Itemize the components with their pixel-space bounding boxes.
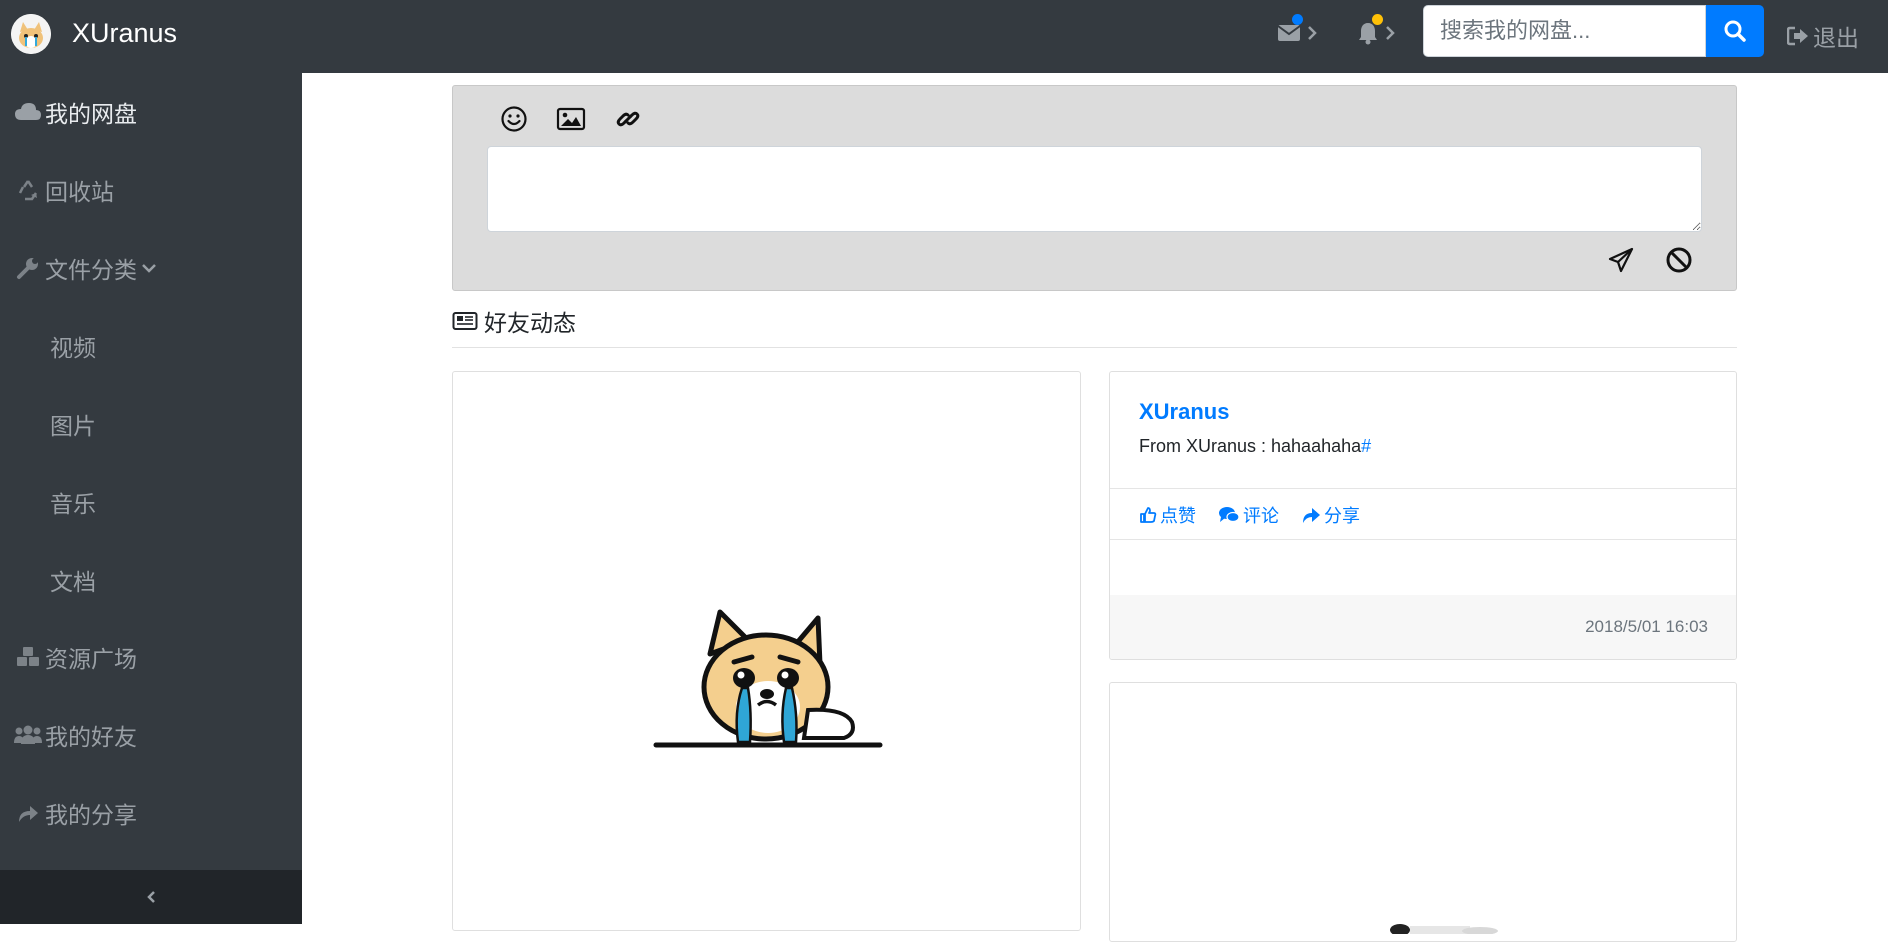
brand-name[interactable]: XUranus <box>72 16 177 50</box>
sidebar-item-images[interactable]: 图片 <box>0 394 302 454</box>
feed-header: 好友动态 <box>452 304 576 338</box>
post-composer <box>452 85 1737 291</box>
card-divider <box>1110 488 1736 489</box>
sidebar-item-label: 我的网盘 <box>45 101 137 127</box>
search-button[interactable] <box>1706 5 1764 57</box>
search-icon <box>1724 20 1746 42</box>
post-hash-link[interactable]: # <box>1361 436 1371 456</box>
post-timestamp: 2018/5/01 16:03 <box>1585 617 1708 636</box>
sidebar-item-documents[interactable]: 文档 <box>0 550 302 610</box>
cubes-icon <box>12 646 44 668</box>
sidebar-item-label: 文件分类 <box>45 257 137 283</box>
sidebar-item-label: 图片 <box>50 413 96 439</box>
feed-header-title: 好友动态 <box>484 310 576 336</box>
share-label: 分享 <box>1324 506 1360 526</box>
chevron-down-icon <box>142 264 156 273</box>
feed-image-card <box>1109 682 1737 942</box>
recycle-icon <box>12 178 44 202</box>
paper-plane-icon <box>1608 247 1634 273</box>
sidebar-item-my-shares[interactable]: 我的分享 <box>0 783 302 843</box>
wrench-icon <box>12 256 44 280</box>
crying-shiba-sticker[interactable] <box>648 602 888 772</box>
post-author-link[interactable]: XUranus <box>1139 399 1229 425</box>
chevron-left-icon <box>147 891 155 903</box>
brand-logo-avatar[interactable] <box>11 14 51 54</box>
messages-notification-dot <box>1292 14 1303 25</box>
notifications-badge-dot <box>1372 14 1383 25</box>
sidebar-item-label: 我的分享 <box>45 802 137 828</box>
share-button[interactable]: 分享 <box>1301 502 1360 528</box>
emoji-button[interactable] <box>497 102 531 136</box>
cloud-icon <box>12 102 44 122</box>
sidebar-item-label: 音乐 <box>50 491 96 517</box>
insert-link-button[interactable] <box>611 102 645 136</box>
envelope-icon <box>1277 25 1301 41</box>
sidebar-item-label: 文档 <box>50 569 96 595</box>
sidebar: 我的网盘 回收站 文件分类 视频 图片 音乐 文档 资源广场 我的好友 我的分享 <box>0 73 302 924</box>
image-thumbnail-fragment <box>1390 924 1498 934</box>
search-input[interactable] <box>1423 5 1706 57</box>
post-actions: 点赞 评论 分享 <box>1139 502 1360 528</box>
send-post-button[interactable] <box>1603 242 1639 278</box>
sidebar-item-label: 资源广场 <box>45 646 137 672</box>
sidebar-item-label: 视频 <box>50 335 96 361</box>
logout-button[interactable]: 退出 <box>1787 19 1859 53</box>
sidebar-item-my-friends[interactable]: 我的好友 <box>0 705 302 765</box>
share-icon <box>1303 508 1320 523</box>
feed-post-card: XUranus From XUranus : hahaahaha# 点赞 评论 … <box>1109 371 1737 660</box>
smile-icon <box>501 106 527 132</box>
comments-icon <box>1219 507 1240 523</box>
cancel-post-button[interactable] <box>1661 242 1697 278</box>
post-textarea[interactable] <box>487 146 1702 232</box>
post-footer: 2018/5/01 16:03 <box>1110 595 1736 659</box>
image-icon <box>556 107 586 131</box>
sign-out-icon <box>1787 26 1808 46</box>
sidebar-item-label: 我的好友 <box>45 724 137 750</box>
sidebar-item-music[interactable]: 音乐 <box>0 472 302 532</box>
card-divider <box>1110 539 1736 540</box>
users-icon <box>12 725 44 745</box>
link-icon <box>616 111 640 127</box>
feed-image-card <box>452 371 1081 931</box>
comment-label: 评论 <box>1243 506 1279 526</box>
post-text: From XUranus : hahaahaha <box>1139 436 1362 456</box>
post-content: From XUranus : hahaahaha# <box>1139 436 1371 457</box>
like-label: 点赞 <box>1160 506 1196 526</box>
insert-image-button[interactable] <box>554 102 588 136</box>
sidebar-item-my-disk[interactable]: 我的网盘 <box>0 82 302 142</box>
thumbs-up-icon <box>1140 507 1157 523</box>
top-navbar: XUranus 退出 <box>0 0 1888 73</box>
logout-label: 退出 <box>1813 25 1859 51</box>
divider <box>452 347 1737 348</box>
share-icon <box>12 803 44 823</box>
newspaper-icon <box>452 312 478 330</box>
sidebar-item-label: 回收站 <box>45 179 114 205</box>
chevron-right-icon <box>1308 26 1317 40</box>
sidebar-item-recycle-bin[interactable]: 回收站 <box>0 160 302 220</box>
sidebar-item-resource-square[interactable]: 资源广场 <box>0 627 302 687</box>
sidebar-item-file-categories[interactable]: 文件分类 <box>0 238 302 298</box>
like-button[interactable]: 点赞 <box>1139 502 1196 528</box>
sidebar-item-video[interactable]: 视频 <box>0 316 302 376</box>
ban-icon <box>1666 247 1692 273</box>
chevron-right-icon <box>1386 26 1395 40</box>
comment-button[interactable]: 评论 <box>1218 502 1279 528</box>
sidebar-collapse-button[interactable] <box>0 870 302 924</box>
